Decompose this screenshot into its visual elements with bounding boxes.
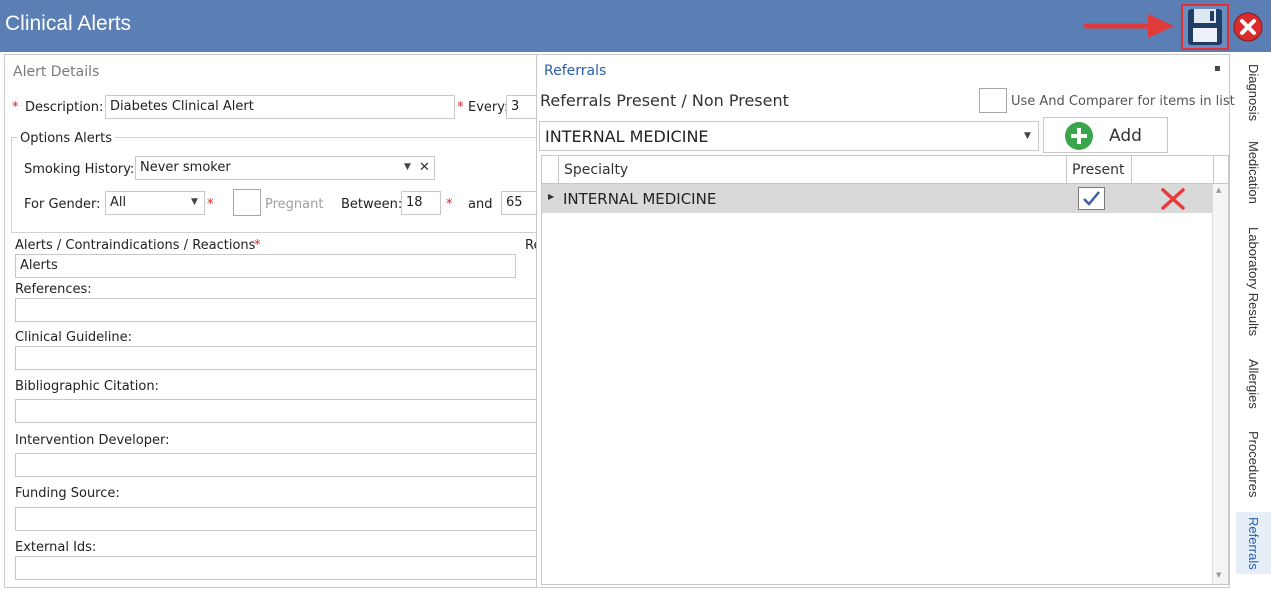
pregnant-checkbox[interactable] — [233, 189, 261, 216]
grid-header: Specialty Present — [542, 156, 1228, 184]
alerts-input[interactable]: Alerts — [15, 254, 516, 278]
intervention-developer-label: Intervention Developer: — [15, 433, 170, 448]
options-alerts-title: Options Alerts — [17, 131, 116, 146]
required-marker: * — [254, 238, 261, 253]
bibliographic-citation-input[interactable] — [15, 399, 537, 423]
smoking-history-select[interactable]: Never smoker — [135, 156, 435, 180]
present-column-header[interactable]: Present — [1067, 156, 1132, 184]
funding-source-label: Funding Source: — [15, 486, 120, 501]
bibliographic-citation-label: Bibliographic Citation: — [15, 379, 159, 394]
save-button[interactable] — [1181, 4, 1229, 50]
tab-laboratory-results[interactable]: Laboratory Results — [1236, 220, 1271, 344]
close-circle-icon — [1233, 12, 1263, 42]
clinical-guideline-label: Clinical Guideline: — [15, 330, 133, 345]
comparer-checkbox[interactable] — [979, 88, 1007, 113]
grid-scrollbar[interactable]: ▲ ▼ — [1212, 184, 1228, 584]
age-from-input[interactable]: 18 — [401, 191, 441, 215]
specialty-select-value: INTERNAL MEDICINE — [545, 127, 709, 146]
alerts-label: Alerts / Contraindications / Reactions — [15, 238, 256, 253]
description-input[interactable]: Diabetes Clinical Alert — [105, 95, 455, 119]
caret-down-icon[interactable]: ▼ — [191, 197, 198, 207]
comparer-label: Use And Comparer for items in list — [1011, 94, 1235, 109]
tab-medication[interactable]: Medication — [1236, 134, 1271, 210]
checkmark-icon — [1083, 191, 1100, 206]
row-pointer-icon: ▶ — [548, 192, 555, 201]
intervention-developer-input[interactable] — [15, 453, 537, 477]
references-label: References: — [15, 282, 92, 297]
scroll-up-icon[interactable]: ▲ — [1216, 186, 1221, 194]
alert-details-panel: Alert Details * Description: Diabetes Cl… — [4, 54, 538, 588]
caret-down-icon[interactable]: ▼ — [404, 162, 411, 172]
close-button[interactable] — [1233, 12, 1263, 42]
description-label: Description: — [25, 100, 104, 115]
every-input[interactable]: 3 — [506, 95, 537, 119]
gender-value: All — [110, 195, 127, 210]
required-marker: * — [207, 197, 214, 212]
pregnant-label: Pregnant — [265, 197, 324, 212]
floppy-disk-icon — [1188, 9, 1222, 45]
gender-select[interactable]: All — [105, 191, 205, 215]
age-to-input[interactable]: 65 — [501, 191, 537, 215]
side-tabs: Diagnosis Medication Laboratory Results … — [1236, 54, 1271, 591]
gender-label: For Gender: — [24, 197, 101, 212]
scroll-down-icon[interactable]: ▼ — [1216, 571, 1221, 579]
plus-circle-icon — [1065, 122, 1093, 150]
external-ids-label: External Ids: — [15, 540, 97, 555]
title-bar — [0, 0, 1271, 52]
external-ids-input[interactable] — [15, 556, 537, 580]
tab-referrals[interactable]: Referrals — [1236, 512, 1271, 574]
alert-details-title: Alert Details — [13, 64, 100, 80]
action-column-header — [1132, 156, 1214, 184]
table-row[interactable]: ▶ INTERNAL MEDICINE — [542, 184, 1212, 213]
required-marker: * — [457, 100, 464, 115]
referrals-subtitle: Referrals Present / Non Present — [540, 91, 789, 110]
options-alerts-group — [11, 137, 537, 233]
and-label: and — [468, 197, 493, 212]
tab-diagnosis[interactable]: Diagnosis — [1236, 56, 1271, 130]
tab-procedures[interactable]: Procedures — [1236, 424, 1271, 504]
referrals-title: Referrals — [544, 63, 607, 79]
caret-down-icon[interactable]: ▼ — [1024, 131, 1031, 141]
clear-icon[interactable]: ✕ — [419, 160, 430, 175]
required-marker: * — [446, 197, 453, 212]
specialty-column-header[interactable]: Specialty — [559, 156, 1067, 184]
x-icon[interactable] — [1160, 187, 1186, 211]
tab-allergies[interactable]: Allergies — [1236, 352, 1271, 416]
referrals-grid: Specialty Present ▶ INTERNAL MEDICINE ▲ … — [541, 155, 1229, 585]
references-input[interactable] — [15, 298, 537, 322]
clinical-guideline-input[interactable] — [15, 346, 537, 370]
between-label: Between: — [341, 197, 403, 212]
funding-source-input[interactable] — [15, 507, 537, 531]
add-button[interactable]: Add — [1043, 117, 1168, 153]
specialty-cell: INTERNAL MEDICINE — [563, 190, 717, 208]
pin-icon[interactable]: ▪ — [1214, 63, 1221, 74]
window-title: Clinical Alerts — [5, 12, 132, 35]
specialty-select[interactable]: INTERNAL MEDICINE — [539, 121, 1039, 151]
arrow-icon — [1083, 14, 1174, 38]
smoking-history-value: Never smoker — [140, 160, 231, 175]
present-checkbox[interactable] — [1078, 187, 1105, 210]
row-indicator-header — [542, 156, 559, 184]
add-label: Add — [1109, 126, 1142, 146]
every-label: Every: — [468, 100, 509, 115]
required-marker: * — [12, 100, 19, 115]
smoking-history-label: Smoking History: — [24, 162, 135, 177]
